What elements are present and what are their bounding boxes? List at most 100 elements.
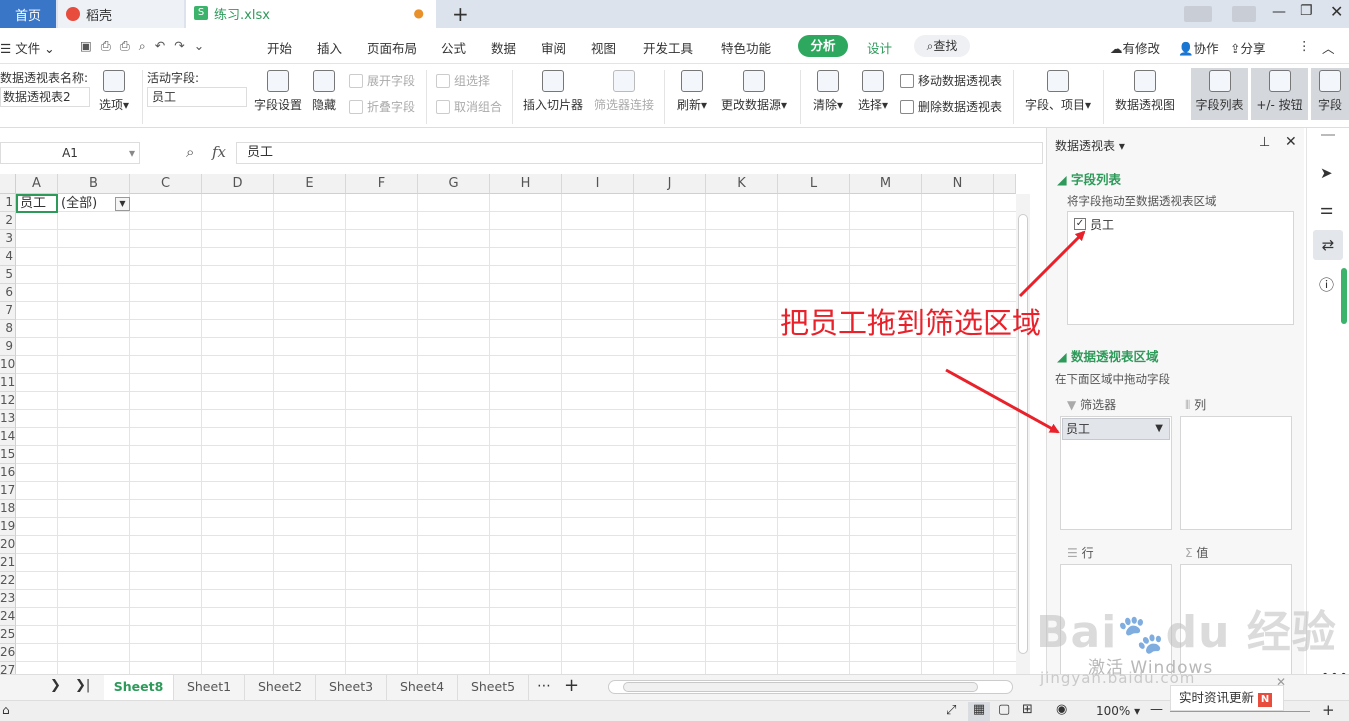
zoom-level[interactable]: 100% ▾	[1096, 704, 1140, 718]
column-header-f[interactable]: F	[346, 174, 418, 194]
row-header-19[interactable]: 19	[0, 518, 16, 536]
row-header-21[interactable]: 21	[0, 554, 16, 572]
file-menu[interactable]: ☰ 文件 ⌄	[0, 38, 55, 57]
menu-start[interactable]: 开始	[267, 38, 292, 57]
menu-special[interactable]: 特色功能	[721, 38, 771, 57]
row-header-9[interactable]: 9	[0, 338, 16, 356]
row-header-22[interactable]: 22	[0, 572, 16, 590]
column-header-d[interactable]: D	[202, 174, 274, 194]
select-all-corner[interactable]	[0, 174, 16, 194]
page-break-view-icon[interactable]: ⊞	[1022, 702, 1033, 717]
panel-title[interactable]: 数据透视表 ▾	[1055, 137, 1125, 154]
filter-dropdown-icon[interactable]: ▼	[115, 197, 130, 211]
zoom-formula-icon[interactable]: ⌕	[186, 143, 194, 161]
tab-document[interactable]: S 练习.xlsx ●	[186, 0, 436, 28]
menu-review[interactable]: 审阅	[541, 38, 566, 57]
collaborate[interactable]: 👤协作	[1178, 38, 1219, 57]
has-changes[interactable]: ☁有修改	[1110, 38, 1160, 57]
row-header-5[interactable]: 5	[0, 266, 16, 284]
formula-input[interactable]: 员工	[236, 142, 1043, 164]
select-button[interactable]: 选择▾	[854, 70, 892, 113]
avatar-2[interactable]	[1232, 6, 1256, 22]
fullscreen-icon[interactable]: ⤢	[946, 703, 956, 718]
row-header-24[interactable]: 24	[0, 608, 16, 626]
menu-formula[interactable]: 公式	[441, 38, 466, 57]
filter-area-box[interactable]: 员工 ▼	[1060, 416, 1172, 530]
insert-slicer-button[interactable]: 插入切片器	[522, 70, 584, 113]
field-list-section[interactable]: ◢ 字段列表	[1057, 169, 1121, 188]
row-header-11[interactable]: 11	[0, 374, 16, 392]
pivot-area-section[interactable]: ◢ 数据透视表区域	[1057, 346, 1158, 365]
menu-insert[interactable]: 插入	[317, 38, 342, 57]
row-header-20[interactable]: 20	[0, 536, 16, 554]
column-header-l[interactable]: L	[778, 174, 850, 194]
share[interactable]: ⇪分享	[1230, 38, 1266, 57]
row-header-2[interactable]: 2	[0, 212, 16, 230]
expand-field-button[interactable]: 展开字段	[349, 72, 415, 89]
new-tab-icon[interactable]: +	[452, 2, 469, 26]
zoom-out-icon[interactable]: —	[1150, 702, 1163, 717]
quick-access-icons[interactable]: ▣⎙⎙⌕↶↷⌄	[80, 38, 213, 54]
eye-care-icon[interactable]: ◉	[1056, 702, 1067, 717]
column-header-c[interactable]: C	[130, 174, 202, 194]
menu-analyze[interactable]: 分析	[798, 35, 848, 57]
menu-view[interactable]: 视图	[591, 38, 616, 57]
collapse-field-button[interactable]: 折叠字段	[349, 98, 415, 115]
collapse-ribbon-icon[interactable]: ︿	[1322, 38, 1335, 57]
field-header-button[interactable]: 字段	[1311, 68, 1349, 120]
menu-developer[interactable]: 开发工具	[643, 38, 693, 57]
move-pivot-button[interactable]: 移动数据透视表	[900, 72, 1002, 89]
column-header-e[interactable]: E	[274, 174, 346, 194]
column-header-i[interactable]: I	[562, 174, 634, 194]
vertical-scroll-thumb[interactable]	[1018, 214, 1028, 654]
normal-view-icon[interactable]: ▦	[968, 702, 990, 721]
row-header-12[interactable]: 12	[0, 392, 16, 410]
more-icon[interactable]: ⋮	[1298, 38, 1311, 53]
news-popup[interactable]: 实时资讯更新 N	[1170, 685, 1284, 711]
tab-daoke[interactable]: 稻壳	[58, 0, 184, 28]
hide-button[interactable]: 隐藏	[310, 70, 338, 113]
pin-icon[interactable]: ⊥	[1259, 135, 1270, 150]
next-sheet-icon[interactable]: ❯	[50, 678, 61, 693]
menu-page-layout[interactable]: 页面布局	[367, 38, 417, 57]
menu-design[interactable]: 设计	[867, 38, 892, 57]
page-layout-view-icon[interactable]: ▢	[998, 702, 1010, 717]
column-header-m[interactable]: M	[850, 174, 922, 194]
sheet-tab-sheet5[interactable]: Sheet5	[458, 675, 529, 700]
row-header-23[interactable]: 23	[0, 590, 16, 608]
pivot-name-input[interactable]: 数据透视表2	[0, 87, 90, 107]
more-sheets-icon[interactable]: ⋯	[537, 678, 551, 694]
restore-icon[interactable]: ❐	[1300, 3, 1313, 19]
row-header-8[interactable]: 8	[0, 320, 16, 338]
row-header-27[interactable]: 27	[0, 662, 16, 674]
row-header-4[interactable]: 4	[0, 248, 16, 266]
sheet-tab-sheet3[interactable]: Sheet3	[316, 675, 387, 700]
horizontal-scrollbar[interactable]	[608, 680, 1013, 694]
fx-label[interactable]: fx	[212, 143, 226, 161]
cell-a1[interactable]: 员工	[16, 194, 58, 213]
active-field-input[interactable]: 员工	[147, 87, 247, 107]
vertical-scrollbar[interactable]	[1016, 194, 1030, 674]
column-header-h[interactable]: H	[490, 174, 562, 194]
field-list-button[interactable]: 字段列表	[1191, 68, 1248, 120]
minimize-icon[interactable]: —	[1272, 4, 1286, 20]
close-icon[interactable]: ✕	[1330, 2, 1343, 21]
sidebar-scroll-thumb[interactable]	[1341, 268, 1347, 324]
row-header-16[interactable]: 16	[0, 464, 16, 482]
row-header-3[interactable]: 3	[0, 230, 16, 248]
row-header-13[interactable]: 13	[0, 410, 16, 428]
column-header-g[interactable]: G	[418, 174, 490, 194]
options-button[interactable]: 选项▾	[96, 70, 132, 113]
delete-pivot-button[interactable]: 删除数据透视表	[900, 98, 1002, 115]
row-header-18[interactable]: 18	[0, 500, 16, 518]
row-header-25[interactable]: 25	[0, 626, 16, 644]
clear-button[interactable]: 清除▾	[809, 70, 847, 113]
group-select-button[interactable]: 组选择	[436, 72, 490, 89]
add-sheet-icon[interactable]: +	[564, 675, 579, 696]
horizontal-scroll-thumb[interactable]	[623, 682, 978, 692]
column-header-n[interactable]: N	[922, 174, 994, 194]
field-checkbox[interactable]: ✓	[1074, 218, 1086, 230]
avatar[interactable]	[1184, 6, 1212, 22]
row-header-17[interactable]: 17	[0, 482, 16, 500]
menu-data[interactable]: 数据	[491, 38, 516, 57]
